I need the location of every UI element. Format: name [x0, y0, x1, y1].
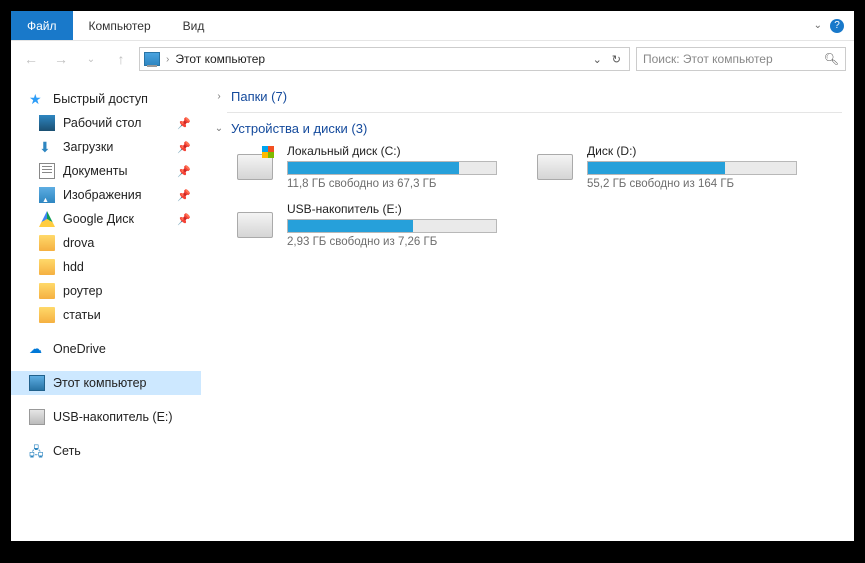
pin-icon: 📌 [177, 141, 191, 154]
sidebar-item-folder[interactable]: hdd [11, 255, 201, 279]
pin-icon: 📌 [177, 117, 191, 130]
folder-icon [39, 283, 55, 299]
nav-recent-icon[interactable]: ⌄ [79, 47, 103, 71]
chevron-right-icon[interactable]: › [166, 54, 169, 65]
sidebar-item-pictures[interactable]: Изображения 📌 [11, 183, 201, 207]
sidebar-quick-access[interactable]: ★ Быстрый доступ [11, 87, 201, 111]
documents-icon [39, 163, 55, 179]
drive-icon [237, 154, 273, 180]
sidebar-item-downloads[interactable]: ⬇ Загрузки 📌 [11, 135, 201, 159]
ribbon-expand-icon[interactable]: ⌄ [814, 20, 822, 31]
sidebar-item-desktop[interactable]: Рабочий стол 📌 [11, 111, 201, 135]
pin-icon: 📌 [177, 189, 191, 202]
sidebar-usb[interactable]: USB-накопитель (E:) [11, 405, 201, 429]
drive-name: Диск (D:) [587, 144, 797, 158]
desktop-icon [39, 115, 55, 131]
sidebar-item-label: роутер [63, 284, 103, 298]
gdrive-icon [39, 211, 55, 227]
drive-stats: 11,8 ГБ свободно из 67,3 ГБ [287, 178, 497, 190]
group-title: Папки (7) [231, 89, 287, 104]
search-placeholder: Поиск: Этот компьютер [643, 52, 773, 66]
drive-usage-bar [287, 161, 497, 175]
drive-usage-fill [288, 162, 459, 174]
chevron-right-icon: › [213, 91, 225, 102]
sidebar-item-label: Рабочий стол [63, 116, 141, 130]
sidebar-item-label: Быстрый доступ [53, 92, 148, 106]
sidebar: ★ Быстрый доступ Рабочий стол 📌 ⬇ Загрузки… [11, 77, 201, 541]
menubar: Файл Компьютер Вид ⌄ ? [11, 11, 854, 41]
sidebar-item-label: hdd [63, 260, 84, 274]
drive-name: USB-накопитель (E:) [287, 202, 497, 216]
menu-view[interactable]: Вид [167, 11, 221, 40]
nav-up-icon[interactable]: ↑ [109, 47, 133, 71]
star-icon: ★ [29, 91, 45, 107]
divider [227, 112, 842, 113]
sidebar-item-folder[interactable]: роутер [11, 279, 201, 303]
drive-name: Локальный диск (C:) [287, 144, 497, 158]
drive-stats: 55,2 ГБ свободно из 164 ГБ [587, 178, 797, 190]
sidebar-item-label: OneDrive [53, 342, 106, 356]
usb-icon [29, 409, 45, 425]
refresh-icon[interactable]: ↻ [612, 53, 621, 66]
drive-item-e[interactable]: USB-накопитель (E:) 2,93 ГБ свободно из … [237, 202, 497, 248]
content-pane: › Папки (7) ⌄ Устройства и диски (3) Лок… [201, 77, 854, 541]
folder-icon [39, 307, 55, 323]
address-location[interactable]: Этот компьютер [175, 52, 265, 66]
explorer-window: Файл Компьютер Вид ⌄ ? ← → ⌄ ↑ › Этот ко… [11, 11, 854, 541]
drive-icon [537, 154, 573, 180]
sidebar-item-label: статьи [63, 308, 101, 322]
drive-item-d[interactable]: Диск (D:) 55,2 ГБ свободно из 164 ГБ [537, 144, 797, 190]
group-folders[interactable]: › Папки (7) [213, 85, 842, 112]
search-input[interactable]: Поиск: Этот компьютер 🔍︎ [636, 47, 846, 71]
sidebar-item-label: Изображения [63, 188, 142, 202]
onedrive-icon: ☁ [29, 341, 45, 357]
chevron-down-icon: ⌄ [213, 123, 225, 134]
drive-stats: 2,93 ГБ свободно из 7,26 ГБ [287, 236, 497, 248]
folder-icon [39, 259, 55, 275]
navbar: ← → ⌄ ↑ › Этот компьютер ⌄ ↻ Поиск: Этот… [11, 41, 854, 77]
group-title: Устройства и диски (3) [231, 121, 367, 136]
sidebar-item-label: Загрузки [63, 140, 113, 154]
pictures-icon [39, 187, 55, 203]
sidebar-item-label: drova [63, 236, 94, 250]
this-pc-icon [144, 52, 160, 66]
sidebar-item-label: Google Диск [63, 212, 134, 226]
sidebar-item-documents[interactable]: Документы 📌 [11, 159, 201, 183]
sidebar-this-pc[interactable]: Этот компьютер [11, 371, 201, 395]
sidebar-item-label: Этот компьютер [53, 376, 146, 390]
sidebar-network[interactable]: 🖧 Сеть [11, 439, 201, 463]
help-icon[interactable]: ? [830, 19, 844, 33]
sidebar-onedrive[interactable]: ☁ OneDrive [11, 337, 201, 361]
folder-icon [39, 235, 55, 251]
menu-file[interactable]: Файл [11, 11, 73, 40]
drive-usage-bar [587, 161, 797, 175]
network-icon: 🖧 [29, 443, 45, 459]
sidebar-item-label: Сеть [53, 444, 81, 458]
drive-usage-fill [588, 162, 725, 174]
address-bar[interactable]: › Этот компьютер ⌄ ↻ [139, 47, 630, 71]
search-icon: 🔍︎ [824, 52, 839, 66]
pin-icon: 📌 [177, 165, 191, 178]
sidebar-item-folder[interactable]: статьи [11, 303, 201, 327]
drive-usage-bar [287, 219, 497, 233]
drive-usage-fill [288, 220, 413, 232]
group-devices[interactable]: ⌄ Устройства и диски (3) [213, 117, 842, 144]
this-pc-icon [29, 375, 45, 391]
downloads-icon: ⬇ [39, 139, 55, 155]
drive-icon [237, 212, 273, 238]
nav-forward-icon[interactable]: → [49, 47, 73, 71]
drive-item-c[interactable]: Локальный диск (C:) 11,8 ГБ свободно из … [237, 144, 497, 190]
sidebar-item-label: USB-накопитель (E:) [53, 410, 173, 424]
sidebar-item-gdrive[interactable]: Google Диск 📌 [11, 207, 201, 231]
sidebar-item-folder[interactable]: drova [11, 231, 201, 255]
menu-computer[interactable]: Компьютер [73, 11, 167, 40]
drives-grid: Локальный диск (C:) 11,8 ГБ свободно из … [213, 144, 842, 248]
pin-icon: 📌 [177, 213, 191, 226]
address-dropdown-icon[interactable]: ⌄ [593, 53, 602, 66]
sidebar-item-label: Документы [63, 164, 127, 178]
nav-back-icon[interactable]: ← [19, 47, 43, 71]
